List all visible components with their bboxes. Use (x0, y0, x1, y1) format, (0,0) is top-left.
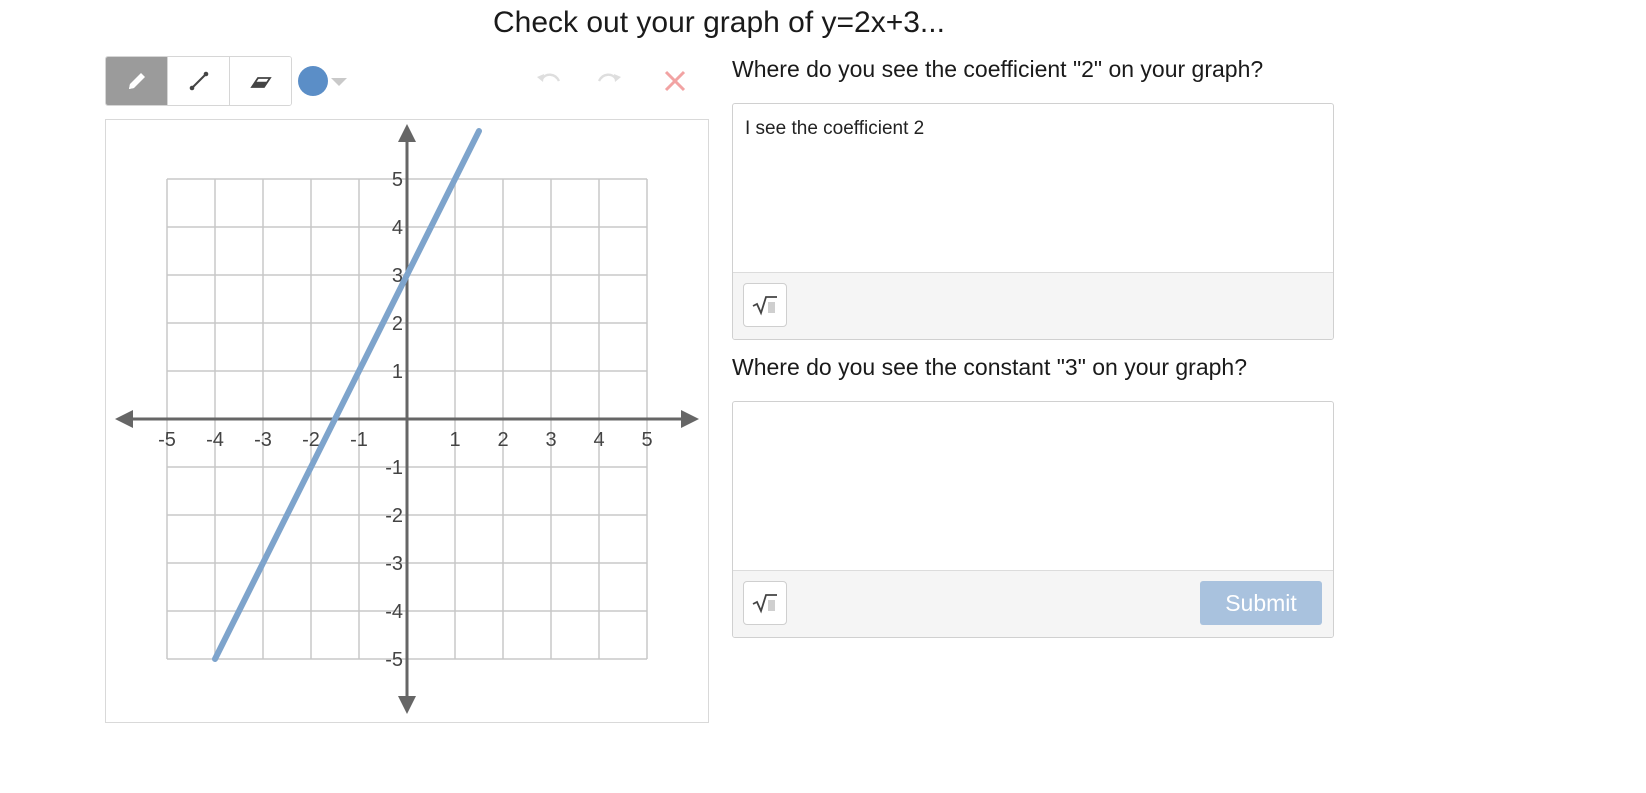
answer-2-input[interactable] (745, 416, 1315, 556)
clear-icon (664, 70, 686, 92)
chevron-down-icon (331, 78, 347, 86)
selected-color-swatch (298, 66, 328, 96)
x-tick-label: -3 (254, 429, 272, 451)
x-tick-label: 3 (545, 429, 556, 451)
math-keyboard-button-2[interactable] (743, 581, 787, 625)
x-tick-label: -4 (206, 429, 224, 451)
x-axis-right-arrow (681, 410, 699, 428)
y-tick-label: -4 (385, 601, 403, 623)
drawing-toolbar (105, 56, 292, 106)
y-tick-label: -5 (385, 649, 403, 671)
x-tick-label: -2 (302, 429, 320, 451)
pencil-icon (128, 73, 145, 89)
answer-box-2: Submit (732, 401, 1334, 638)
redo-button[interactable] (592, 64, 626, 98)
y-axis-down-arrow (398, 696, 416, 714)
coordinate-plane[interactable]: -5 -4 -3 -2 -1 1 2 3 4 554321-1-2-3-4-5 (106, 120, 708, 722)
y-axis-up-arrow (398, 124, 416, 142)
y-tick-label: 5 (392, 169, 403, 191)
x-tick-label: -1 (350, 429, 368, 451)
color-picker[interactable] (298, 66, 347, 96)
submit-button[interactable]: Submit (1200, 581, 1322, 625)
redo-icon (597, 73, 621, 82)
answer-box-1: I see the coefficient 2 (732, 103, 1334, 340)
eraser-tool-button[interactable] (230, 57, 291, 105)
answer-1-input[interactable]: I see the coefficient 2 (745, 118, 1315, 258)
clear-button[interactable] (658, 64, 692, 98)
x-tick-label: 2 (497, 429, 508, 451)
square-root-icon (752, 296, 777, 316)
eraser-icon (249, 77, 272, 88)
question-1-prompt: Where do you see the coefficient "2" on … (732, 56, 1264, 82)
line-tool-button[interactable] (168, 57, 230, 105)
x-axis-left-arrow (115, 410, 133, 428)
undo-button[interactable] (532, 64, 566, 98)
x-tick-label: 1 (449, 429, 460, 451)
x-tick-label: 5 (641, 429, 652, 451)
graph-canvas[interactable]: -5 -4 -3 -2 -1 1 2 3 4 5 5 4 3 2 1 -1 -2 -3 -4 -5 (105, 119, 709, 723)
plotted-line (212, 128, 482, 662)
line-segment-icon (189, 71, 208, 91)
y-tick-label: 4 (392, 217, 403, 239)
y-tick-label: -1 (385, 457, 403, 479)
x-tick-label: 4 (593, 429, 604, 451)
math-keyboard-button-1[interactable] (743, 283, 787, 327)
y-tick-label: 2 (392, 313, 403, 335)
y-tick-label: -2 (385, 505, 403, 527)
question-2-prompt: Where do you see the constant "3" on you… (732, 354, 1247, 380)
answer-2-footer: Submit (733, 570, 1333, 637)
y-tick-label: 1 (392, 361, 403, 383)
answer-1-footer (733, 272, 1333, 339)
y-tick-label: -3 (385, 553, 403, 575)
undo-icon (537, 73, 561, 82)
x-tick-label: -5 (158, 429, 176, 451)
square-root-icon (752, 594, 777, 614)
pencil-tool-button[interactable] (106, 57, 168, 105)
page-title: Check out your graph of y=2x+3... (493, 6, 945, 39)
